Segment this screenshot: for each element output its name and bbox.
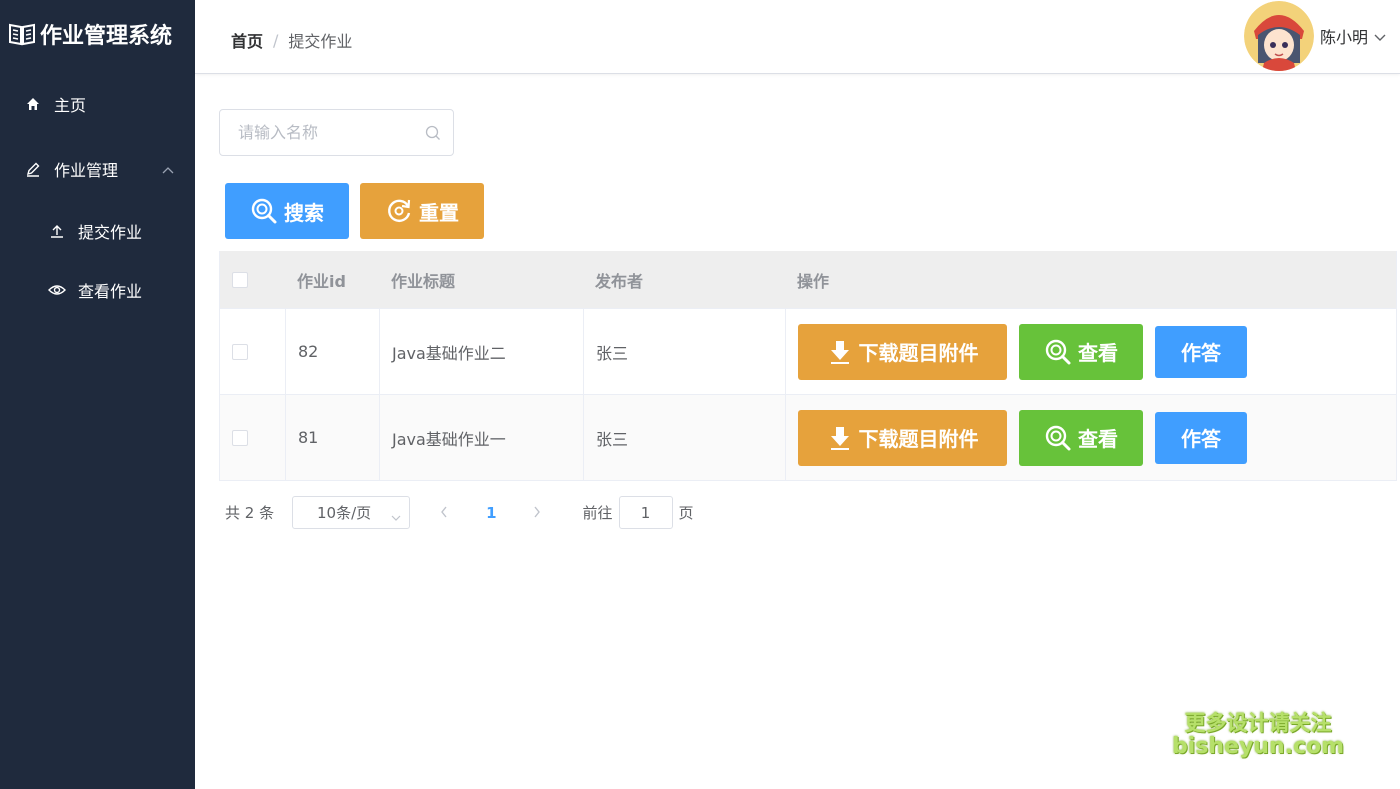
table-row: 82 Java基础作业二 张三 下载题目附件 查看 作答 [220,309,1396,395]
table-header: 作业id 作业标题 发布者 操作 [220,251,1396,309]
download-icon [830,340,849,364]
watermark: 更多设计请关注 bisheyun.com [1172,711,1345,760]
reset-button-label: 重置 [419,200,459,225]
sidebar-item-submit-homework[interactable]: 提交作业 [46,203,142,259]
view-button-label: 查看 [1078,427,1118,451]
book-icon [9,23,35,46]
sidebar-item-label: 查看作业 [78,282,143,301]
page-number-current[interactable]: 1 [486,504,496,522]
search-button-label: 搜索 [284,200,324,225]
user-name[interactable]: 陈小明 [1320,24,1368,48]
goto-page-input[interactable]: 1 [618,496,673,529]
upload-icon [46,224,68,238]
chevron-up-icon [162,159,174,178]
prev-page-button[interactable] [440,504,448,522]
view-button-label: 查看 [1078,341,1118,365]
avatar[interactable] [1243,1,1314,71]
top-header: 首页 / 提交作业 陈小明 [195,0,1400,74]
sidebar-item-home[interactable]: 主页 [22,76,86,132]
breadcrumb-separator: / [273,30,279,50]
chevron-left-icon [441,506,447,517]
row-select-cell [220,395,285,480]
search-field[interactable] [219,109,454,156]
search-input[interactable] [220,110,410,155]
download-attachment-button[interactable]: 下载题目附件 [798,323,1007,380]
download-icon [830,426,849,450]
watermark-line2: bisheyun.com [1172,734,1345,760]
cell-id: 81 [285,395,379,480]
user-menu[interactable]: 陈小明 [1243,0,1386,72]
next-page-button[interactable] [533,504,541,522]
column-header-id: 作业id [297,271,346,291]
row-checkbox[interactable] [232,429,248,446]
watermark-line1: 更多设计请关注 [1184,711,1332,735]
goto-suffix: 页 [678,504,694,522]
select-all-checkbox[interactable] [232,271,248,288]
search-icon [1045,425,1071,450]
view-button[interactable]: 查看 [1019,409,1143,466]
goto-prefix: 前往 [582,504,613,522]
edit-icon [22,161,44,177]
cell-title: Java基础作业一 [379,395,583,480]
pagination-total: 共 2 条 [225,504,275,522]
chevron-down-icon[interactable] [1374,27,1386,46]
column-header-actions: 操作 [797,271,830,291]
sidebar-item-label: 作业管理 [54,161,119,180]
search-icon [251,198,277,224]
download-attachment-button[interactable]: 下载题目附件 [798,409,1007,466]
chevron-right-icon [533,506,540,517]
reset-button[interactable]: 重置 [360,183,484,239]
cell-actions: 下载题目附件 查看 作答 [785,309,1396,394]
sidebar: 作业管理系统 主页 作业管理 提交作业 查看作业 [0,0,195,789]
refresh-icon [388,199,411,222]
answer-button-label: 作答 [1181,341,1221,365]
row-checkbox[interactable] [232,343,248,360]
homework-table: 作业id 作业标题 发布者 操作 82 Java基础作业二 张三 下载题目附件 [219,251,1397,481]
answer-button[interactable]: 作答 [1155,411,1247,464]
cell-publisher: 张三 [583,395,785,480]
home-icon [22,96,44,112]
cell-publisher: 张三 [583,309,785,394]
breadcrumb: 首页 / 提交作业 [231,28,352,52]
cell-id: 82 [285,309,379,394]
breadcrumb-home[interactable]: 首页 [231,28,263,52]
cell-actions: 下载题目附件 查看 作答 [785,395,1396,480]
sidebar-item-view-homework[interactable]: 查看作业 [46,262,142,318]
column-header-title: 作业标题 [391,271,456,291]
chevron-down-icon [391,508,401,526]
download-button-label: 下载题目附件 [858,427,979,451]
download-button-label: 下载题目附件 [858,341,979,365]
table-row: 81 Java基础作业一 张三 下载题目附件 查看 作答 [220,395,1396,481]
eye-icon [46,284,68,296]
app-title: 作业管理系统 [40,24,173,49]
search-button[interactable]: 搜索 [225,183,349,239]
breadcrumb-current: 提交作业 [288,32,353,51]
search-icon [1045,339,1071,364]
search-icon[interactable] [425,125,441,145]
page-size-value: 10条/页 [317,504,372,522]
pagination: 共 2 条 10条/页 1 前往 1 页 [225,496,694,529]
app-logo: 作业管理系统 [0,0,195,68]
view-button[interactable]: 查看 [1019,323,1143,380]
sidebar-item-label: 主页 [54,96,87,115]
answer-button-label: 作答 [1181,427,1221,451]
sidebar-item-homework-management[interactable]: 作业管理 [22,141,182,197]
select-all-cell [220,251,285,308]
goto-page-value: 1 [640,503,651,522]
row-select-cell [220,309,285,394]
cell-title: Java基础作业二 [379,309,583,394]
page-size-select[interactable]: 10条/页 [292,496,411,529]
column-header-publisher: 发布者 [595,271,644,291]
answer-button[interactable]: 作答 [1155,325,1247,378]
sidebar-item-label: 提交作业 [78,223,143,242]
